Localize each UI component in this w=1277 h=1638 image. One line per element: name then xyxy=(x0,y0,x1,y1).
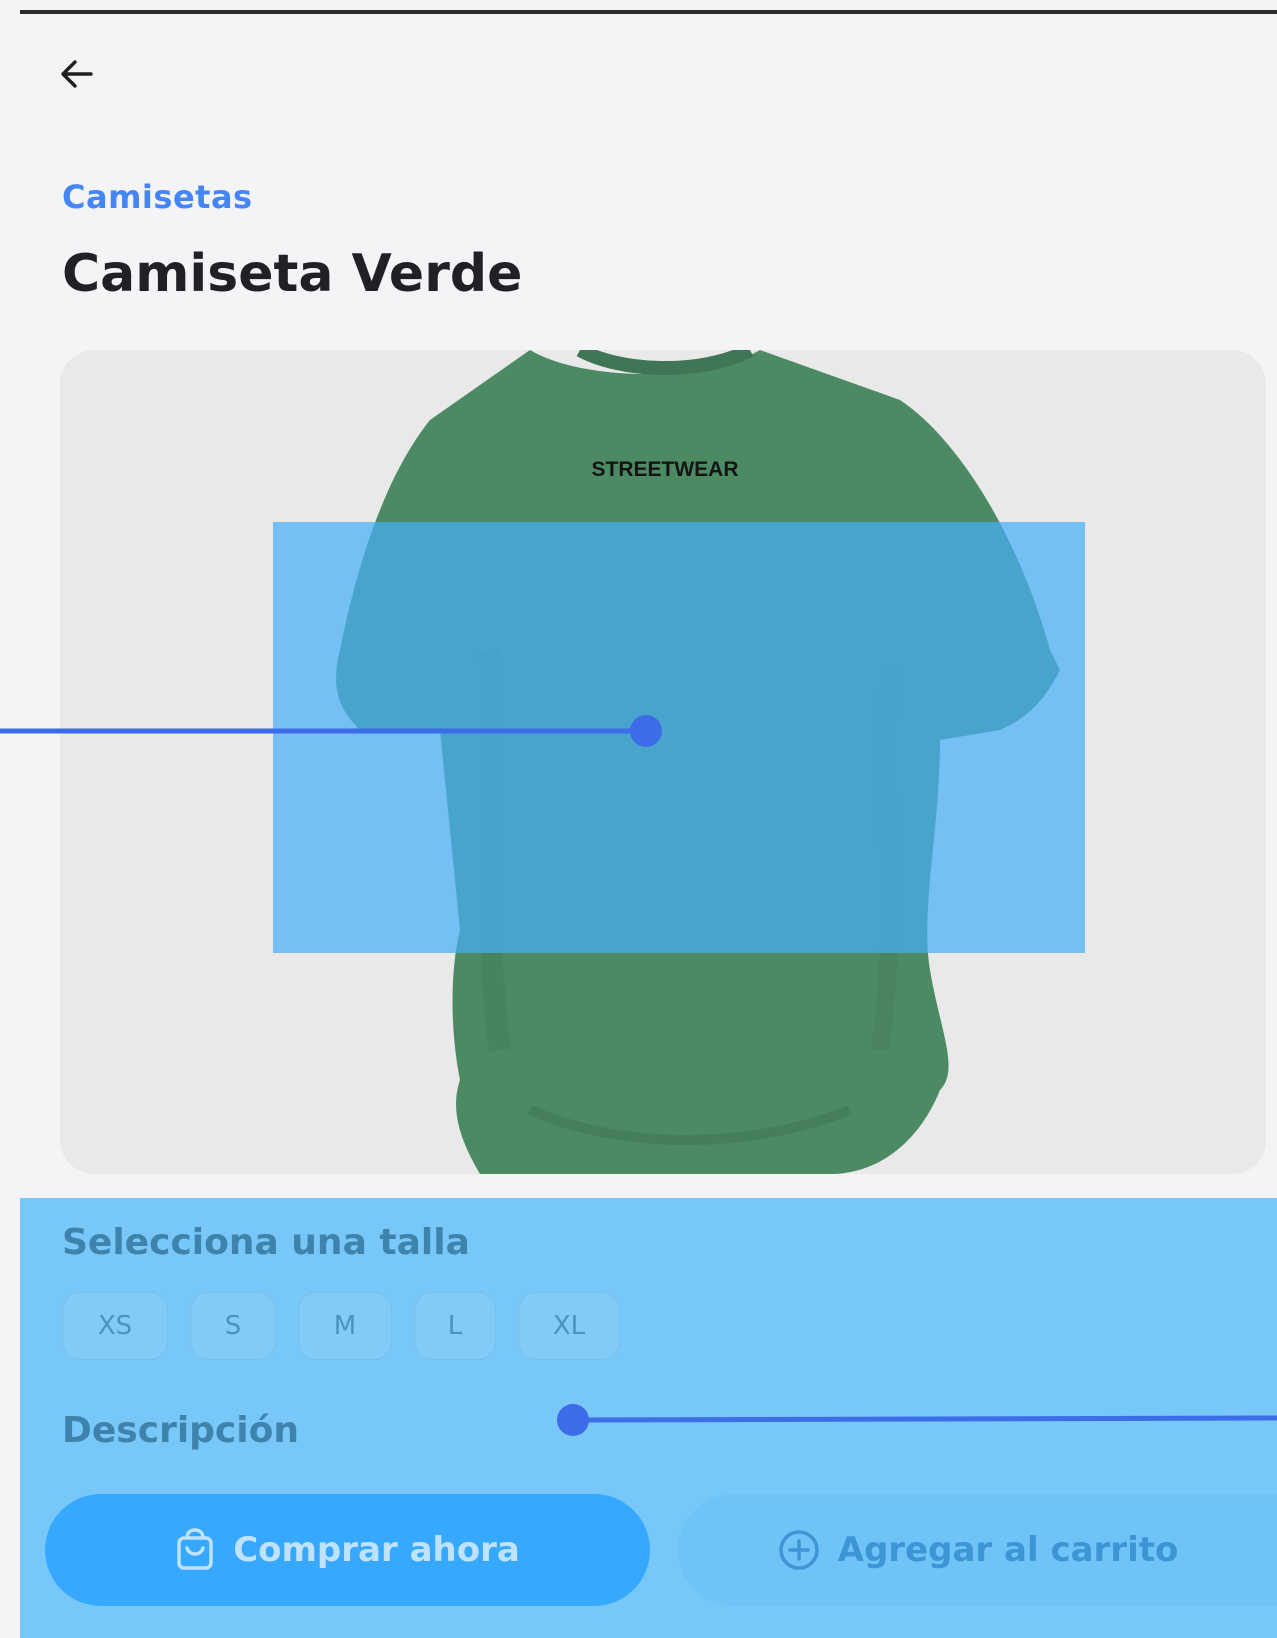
add-to-cart-label: Agregar al carrito xyxy=(837,1530,1179,1570)
size-option-l[interactable]: L xyxy=(414,1292,496,1360)
add-to-cart-button[interactable]: Agregar al carrito xyxy=(678,1494,1277,1606)
plus-circle-icon xyxy=(778,1530,819,1570)
top-divider xyxy=(20,10,1277,14)
description-heading: Descripción xyxy=(62,1410,299,1451)
size-option-xs[interactable]: XS xyxy=(62,1292,168,1360)
highlight-overlay xyxy=(273,522,1085,953)
shirt-print-text: STREETWEAR xyxy=(592,458,739,481)
arrow-left-icon xyxy=(61,60,93,88)
size-option-xl[interactable]: XL xyxy=(518,1292,620,1360)
buy-now-button[interactable]: Comprar ahora xyxy=(45,1494,650,1606)
size-selector: XS S M L XL xyxy=(62,1292,620,1360)
shopping-bag-icon xyxy=(177,1528,213,1570)
product-title: Camiseta Verde xyxy=(62,244,523,304)
back-button[interactable] xyxy=(55,52,99,96)
size-heading: Selecciona una talla xyxy=(62,1222,470,1263)
product-category[interactable]: Camisetas xyxy=(62,178,253,216)
size-option-m[interactable]: M xyxy=(298,1292,392,1360)
buy-now-label: Comprar ahora xyxy=(233,1530,520,1570)
size-option-s[interactable]: S xyxy=(190,1292,276,1360)
